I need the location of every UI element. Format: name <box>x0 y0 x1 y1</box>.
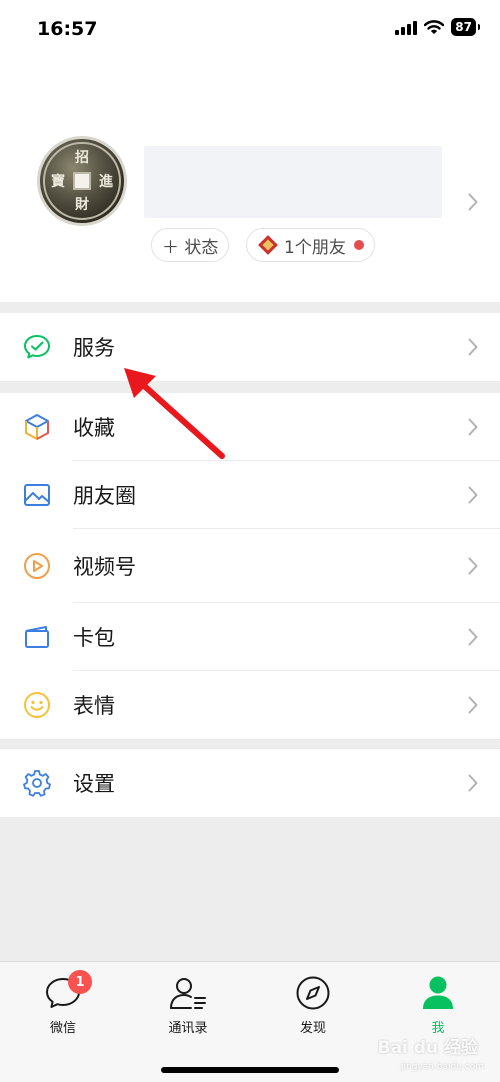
chevron-right-icon <box>468 774 478 792</box>
new-dot-indicator <box>353 240 364 250</box>
services-section: 服务 <box>0 313 500 381</box>
svg-text:進: 進 <box>99 174 113 190</box>
menu-label-favorites: 收藏 <box>73 416 115 440</box>
person-icon <box>388 974 488 1012</box>
friends-chip[interactable]: 1个朋友 <box>246 228 375 262</box>
chevron-right-icon <box>468 418 478 436</box>
cards-wallet-icon <box>22 622 52 652</box>
tab-label-contacts: 通讯录 <box>168 1021 208 1036</box>
chevron-right-icon <box>468 628 478 646</box>
menu-label-moments: 朋友圈 <box>73 484 136 508</box>
menu-item-cards[interactable]: 卡包 <box>0 603 500 671</box>
home-indicator[interactable] <box>161 1067 339 1073</box>
moments-image-icon <box>22 480 52 510</box>
tab-discover[interactable]: 发现 <box>263 974 363 1036</box>
contacts-icon <box>138 974 238 1012</box>
menu-item-services[interactable]: 服务 <box>0 313 500 381</box>
settings-gear-icon <box>22 768 52 798</box>
status-chip[interactable]: ＋ 状态 <box>151 228 230 262</box>
menu-label-services: 服务 <box>73 336 115 360</box>
signal-icon <box>395 20 418 35</box>
nickname-area[interactable] <box>144 146 442 218</box>
baidu-watermark: Bai du 经验 <box>377 1038 478 1058</box>
tab-contacts[interactable]: 通讯录 <box>138 974 238 1036</box>
menu-item-stickers[interactable]: 表情 <box>0 671 500 739</box>
chevron-right-icon <box>468 557 478 575</box>
annotation-arrow-icon <box>124 368 225 459</box>
chevron-right-icon <box>468 486 478 504</box>
chevron-right-icon <box>468 338 478 356</box>
svg-text:寶: 寶 <box>51 173 65 190</box>
svg-text:招: 招 <box>75 149 89 166</box>
channels-play-icon <box>22 551 52 581</box>
friends-chip-label: 1个朋友 <box>284 237 346 258</box>
features-section: 收藏 朋友圈 视频号 卡包 表情 <box>0 393 500 739</box>
menu-label-stickers: 表情 <box>73 694 115 718</box>
status-icons: 87 <box>395 18 480 36</box>
compass-icon <box>263 974 363 1012</box>
menu-label-channels: 视频号 <box>73 555 136 579</box>
wifi-icon <box>424 19 445 34</box>
unread-badge: 1 <box>68 970 92 994</box>
menu-item-settings[interactable]: 设置 <box>0 749 500 817</box>
tab-label-chats: 微信 <box>49 1021 76 1036</box>
tab-me[interactable]: 我 <box>388 974 488 1036</box>
menu-item-favorites[interactable]: 收藏 <box>0 393 500 461</box>
stickers-smiley-icon <box>22 690 52 720</box>
menu-item-channels[interactable]: 视频号 <box>0 529 500 603</box>
svg-text:財: 財 <box>74 196 89 213</box>
status-bar: 16:57 87 <box>0 0 500 60</box>
chevron-right-icon <box>468 193 478 211</box>
chat-bubble-icon: 1 <box>13 970 113 1012</box>
menu-item-moments[interactable]: 朋友圈 <box>0 461 500 529</box>
menu-label-settings: 设置 <box>73 772 115 796</box>
battery-indicator: 87 <box>451 18 480 36</box>
status-chip-label: ＋ 状态 <box>162 237 219 258</box>
tab-label-discover: 发现 <box>299 1021 326 1036</box>
chevron-right-icon <box>468 696 478 714</box>
coin-avatar-icon[interactable]: 招 進 財 寶 <box>36 135 128 227</box>
favorites-cube-icon <box>22 412 52 442</box>
menu-label-cards: 卡包 <box>73 626 115 650</box>
status-time: 16:57 <box>37 18 98 40</box>
settings-section: 设置 <box>0 749 500 817</box>
services-icon <box>22 332 52 362</box>
tab-chats[interactable]: 1 微信 <box>13 970 113 1036</box>
friend-avatar-icon <box>258 235 278 255</box>
baidu-watermark-url: jingyan.baidu.com <box>400 1062 484 1072</box>
profile-header[interactable]: 招 進 財 寶 ＋ 状态 1个朋友 <box>0 60 500 302</box>
